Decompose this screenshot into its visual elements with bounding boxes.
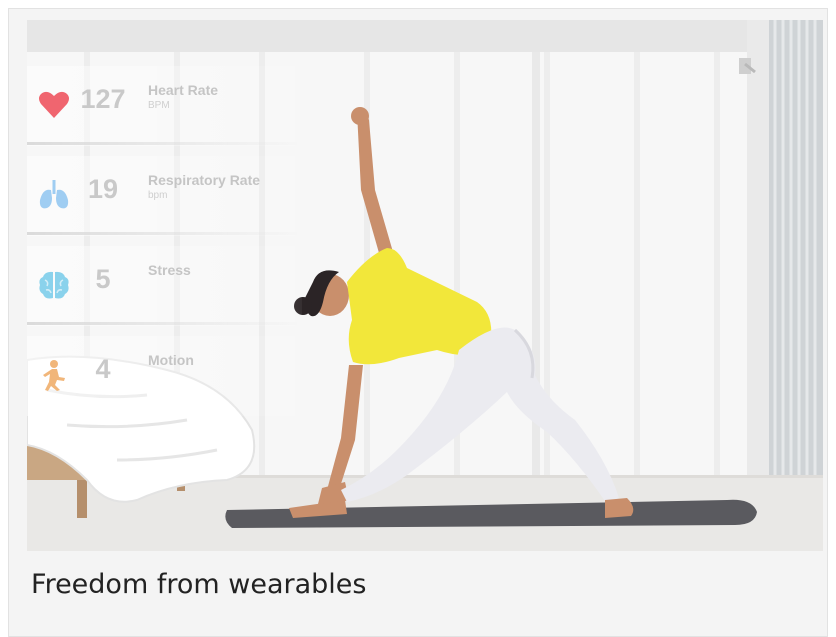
person-motion-icon xyxy=(43,360,65,391)
lungs-icon xyxy=(39,180,69,209)
metric-stress: 5 Stress xyxy=(27,246,302,326)
heart-icon xyxy=(39,91,69,118)
feature-card: 127 Heart Rate BPM 19 Respiratory Rate b… xyxy=(8,8,828,637)
motion-label: Motion xyxy=(148,352,194,368)
caption-title: Freedom from wearables xyxy=(31,569,367,600)
motion-value: 4 xyxy=(95,354,111,384)
heart-rate-value: 127 xyxy=(80,84,126,114)
yoga-photo: 127 Heart Rate BPM 19 Respiratory Rate b… xyxy=(27,20,823,551)
respiratory-rate-value: 19 xyxy=(87,174,119,204)
metric-divider xyxy=(27,322,297,325)
metric-divider xyxy=(27,142,297,145)
heart-rate-unit: BPM xyxy=(148,100,170,111)
respiratory-rate-label: Respiratory Rate xyxy=(148,172,261,188)
stress-value: 5 xyxy=(95,264,111,294)
respiratory-rate-unit: bpm xyxy=(148,190,168,201)
stress-label: Stress xyxy=(148,262,191,278)
metric-heart-rate: 127 Heart Rate BPM xyxy=(27,66,302,146)
brain-icon xyxy=(39,271,69,299)
metric-motion: 4 Motion xyxy=(27,336,302,416)
heart-rate-label: Heart Rate xyxy=(148,82,219,98)
metric-divider xyxy=(27,232,297,235)
metric-respiratory-rate: 19 Respiratory Rate bpm xyxy=(27,156,302,236)
